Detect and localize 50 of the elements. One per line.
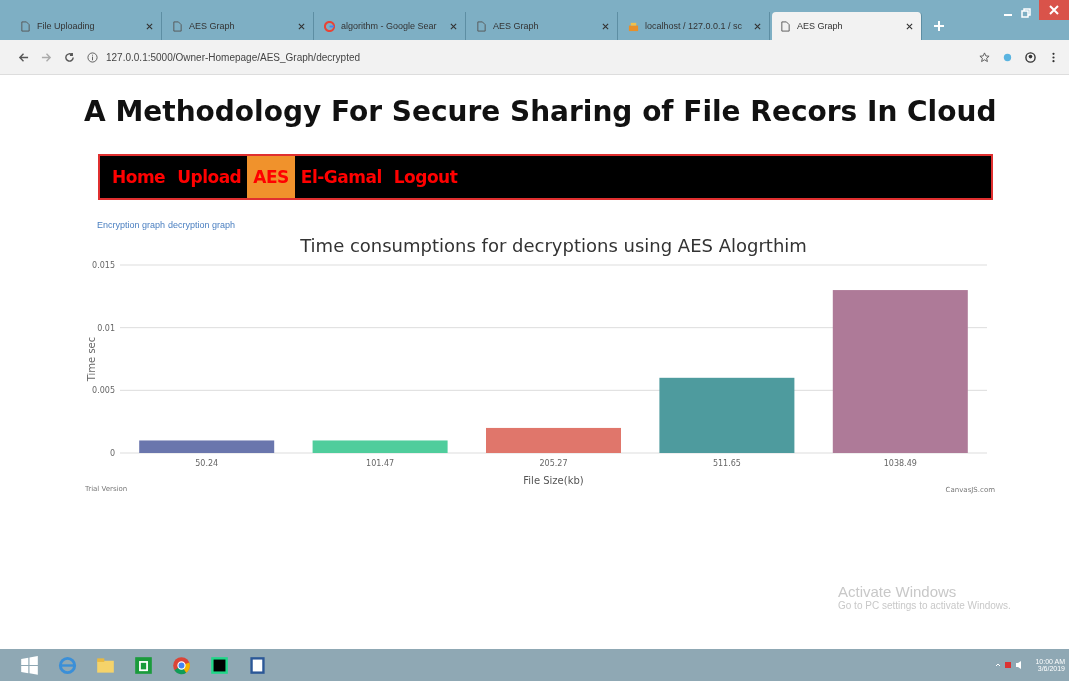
tab-title: File Uploading <box>37 21 96 31</box>
axis-tick-label: 50.24 <box>195 459 219 468</box>
close-icon[interactable] <box>754 22 761 30</box>
start-icon[interactable] <box>20 655 39 675</box>
chart-title: Time consumptions for decryptions using AES Alogrthim <box>300 235 807 256</box>
store-icon[interactable] <box>134 655 153 675</box>
page-heading: A Methodology For Secure Sharing of File Recors In Cloud <box>84 95 998 128</box>
close-icon <box>1049 5 1059 15</box>
browser-tab[interactable]: AES Graph <box>772 12 922 40</box>
back-icon[interactable] <box>18 51 29 63</box>
page-icon <box>172 20 183 32</box>
axis-tick-label: 0 <box>109 449 115 458</box>
google-icon <box>324 20 335 32</box>
tab-title: AES Graph <box>189 21 236 31</box>
axis-tick-label: 0.01 <box>97 323 115 333</box>
close-button[interactable] <box>1039 0 1069 20</box>
axis-title: File Size(kb) <box>523 475 584 486</box>
nav-link[interactable]: El-Gamal <box>294 156 388 198</box>
ide-icon[interactable] <box>210 655 229 675</box>
graph-link[interactable]: decryption graph <box>168 220 236 230</box>
nav-link[interactable]: Logout <box>387 156 464 198</box>
graph-link[interactable]: Encryption graph <box>97 220 166 230</box>
star-icon[interactable] <box>979 51 990 63</box>
tab-title: AES Graph <box>797 21 844 31</box>
page-icon <box>476 20 487 32</box>
info-icon <box>87 51 98 63</box>
tab-title: localhost / 127.0.0.1 / sc <box>645 21 744 31</box>
axis-tick-label: 101.47 <box>366 459 395 468</box>
nav-link[interactable]: Home <box>106 156 172 198</box>
page-icon <box>780 20 791 32</box>
axis-tick-label: 205.27 <box>539 459 568 468</box>
axis-tick-label: 511.65 <box>712 459 741 468</box>
close-icon[interactable] <box>298 22 305 30</box>
reload-icon[interactable] <box>64 51 75 63</box>
axis-title: Time sec <box>86 336 97 382</box>
close-icon[interactable] <box>602 22 609 30</box>
page-icon <box>20 20 31 32</box>
close-icon[interactable] <box>450 22 457 30</box>
axis-tick-label: 1038.49 <box>883 459 917 468</box>
account-icon[interactable] <box>1025 51 1036 63</box>
axis-tick-label: 0.005 <box>92 386 115 396</box>
tab-title: algorithm - Google Sear <box>341 21 438 31</box>
close-icon[interactable] <box>146 22 153 30</box>
close-icon[interactable] <box>906 22 913 30</box>
nav-link[interactable]: Upload <box>171 156 248 198</box>
tab-title: AES Graph <box>493 21 540 31</box>
axis-tick-label: 0.015 <box>92 261 115 270</box>
chrome-icon[interactable] <box>172 655 191 675</box>
document-icon[interactable] <box>248 655 267 675</box>
database-icon <box>628 20 639 32</box>
